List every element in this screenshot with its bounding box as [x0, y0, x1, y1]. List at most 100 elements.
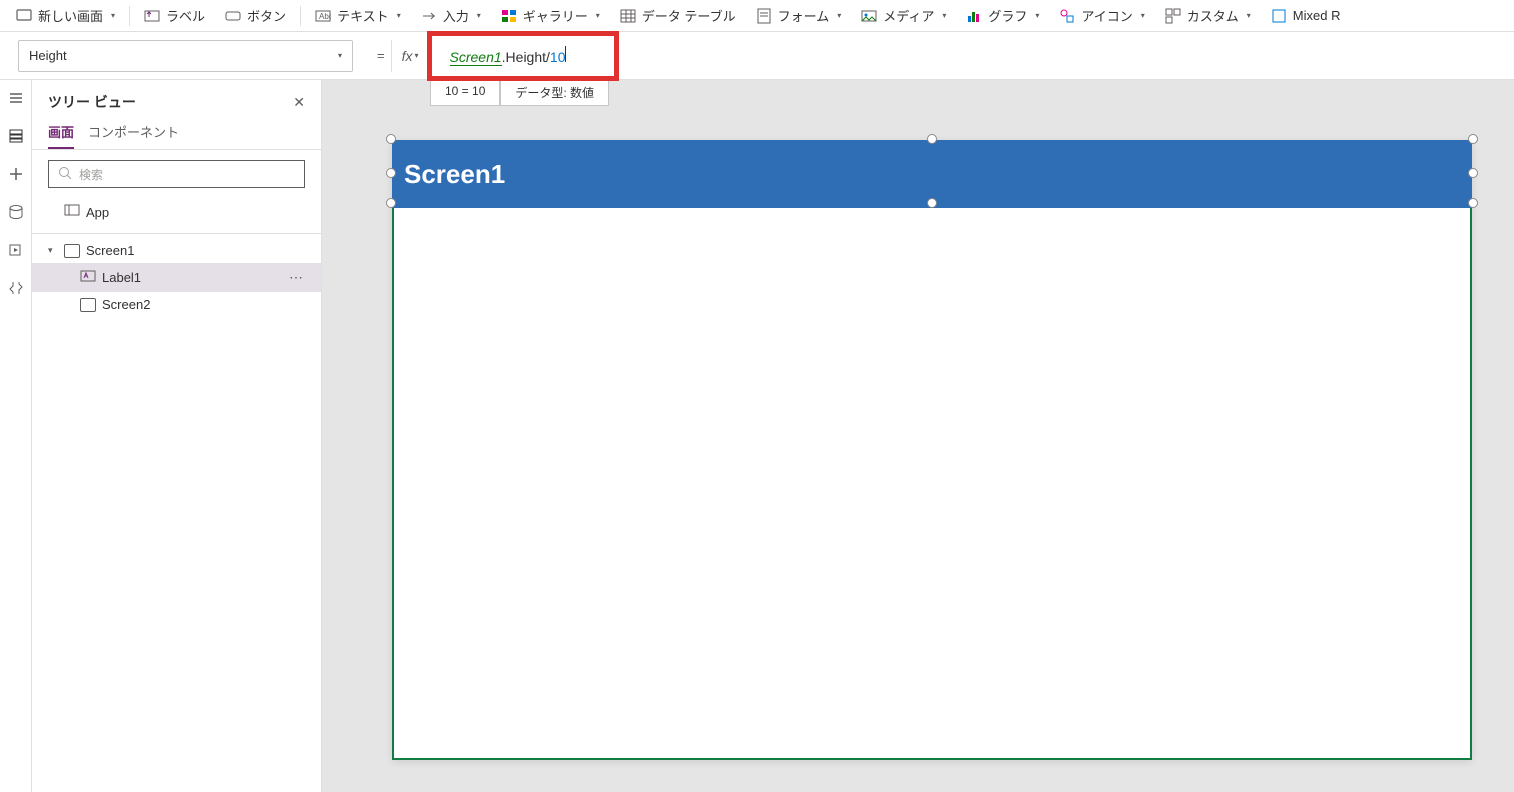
toolbar-separator: [129, 6, 130, 26]
tree-search-wrap: 検索: [32, 150, 321, 198]
tab-screens[interactable]: 画面: [48, 122, 74, 149]
resize-handle[interactable]: [1468, 198, 1478, 208]
custom-icon: [1165, 8, 1181, 24]
insert-mixed-label: Mixed R: [1293, 8, 1341, 23]
insert-datatable-button[interactable]: データ テーブル: [610, 2, 746, 29]
formula-number: 10: [550, 49, 566, 65]
resize-handle[interactable]: [386, 134, 396, 144]
chevron-down-icon: ▾: [837, 11, 841, 20]
new-screen-label: 新しい画面: [38, 6, 103, 25]
insert-form-label: フォーム: [778, 6, 830, 25]
new-screen-button[interactable]: 新しい画面 ▾: [6, 2, 125, 29]
close-icon[interactable]: ✕: [293, 94, 305, 111]
insert-custom-button[interactable]: カスタム ▾: [1155, 2, 1261, 29]
resize-handle[interactable]: [386, 198, 396, 208]
property-selector[interactable]: Height ▾: [18, 40, 353, 72]
form-icon: [756, 8, 772, 24]
insert-gallery-button[interactable]: ギャラリー ▾: [491, 2, 610, 29]
insert-media-button[interactable]: メディア ▾: [851, 2, 956, 29]
tab-components[interactable]: コンポーネント: [88, 122, 179, 149]
chevron-down-icon: ▾: [397, 11, 401, 20]
app-icon: [64, 203, 80, 222]
chevron-down-icon: ▾: [48, 245, 58, 256]
label1-control[interactable]: Screen1: [392, 140, 1472, 208]
label-icon: [144, 8, 160, 24]
rail-hamburger-icon[interactable]: [6, 88, 26, 108]
resize-handle[interactable]: [1468, 134, 1478, 144]
tree-tabs: 画面 コンポーネント: [32, 122, 321, 150]
toolbar-separator: [300, 6, 301, 26]
screen-icon: [80, 298, 96, 312]
label1-text: Screen1: [404, 159, 505, 190]
formula-input[interactable]: Screen1.Height/10: [430, 32, 1514, 80]
chart-icon: [966, 8, 982, 24]
chevron-down-icon: ▾: [1035, 11, 1039, 20]
insert-datatable-label: データ テーブル: [642, 6, 736, 25]
insert-text-button[interactable]: Abc テキスト ▾: [305, 2, 411, 29]
insert-label-button[interactable]: ラベル: [134, 2, 215, 29]
fx-label: fx: [402, 48, 413, 64]
formula-property: .Height/: [502, 49, 550, 65]
tree-node-screen1[interactable]: ▾ Screen1: [32, 238, 321, 263]
tree-node-label1[interactable]: Label1: [32, 263, 321, 292]
formula-type-hint: データ型: 数値: [500, 80, 609, 106]
insert-gallery-label: ギャラリー: [523, 6, 588, 25]
insert-icon-label: アイコン: [1081, 6, 1132, 25]
gallery-icon: [501, 8, 517, 24]
tree-node-app[interactable]: App: [32, 198, 321, 227]
formula-identifier: Screen1: [450, 49, 502, 66]
insert-chart-label: グラフ: [988, 6, 1027, 25]
formula-hint-row: 10 = 10 データ型: 数値: [430, 80, 609, 106]
screen-icon: [64, 244, 80, 258]
canvas-area[interactable]: Screen1: [322, 80, 1514, 792]
resize-handle[interactable]: [927, 198, 937, 208]
tree-node-label: Screen1: [86, 243, 134, 258]
insert-media-label: メディア: [883, 6, 934, 25]
rail-tools-icon[interactable]: [6, 278, 26, 298]
text-caret: [565, 46, 566, 62]
left-rail: [0, 80, 32, 792]
tree-view-panel: ツリー ビュー ✕ 画面 コンポーネント 検索 App ▾ S: [32, 80, 322, 792]
property-name: Height: [29, 48, 67, 63]
resize-handle[interactable]: [927, 134, 937, 144]
tree-view-header: ツリー ビュー ✕: [32, 90, 321, 122]
tree-node-label: Screen2: [102, 297, 150, 312]
tree-search-input[interactable]: 検索: [48, 160, 305, 188]
insert-text-label: テキスト: [337, 6, 389, 25]
tree-node-screen2[interactable]: Screen2: [32, 292, 321, 317]
insert-button-text: ボタン: [247, 6, 286, 25]
button-icon: [225, 8, 241, 24]
formula-bar: Height ▾ = fx ▾ Screen1.Height/10: [0, 32, 1514, 80]
main-area: ツリー ビュー ✕ 画面 コンポーネント 検索 App ▾ S: [0, 80, 1514, 792]
insert-input-button[interactable]: 入力 ▾: [411, 2, 491, 29]
fx-button[interactable]: fx ▾: [391, 40, 430, 72]
formula-text: Screen1.Height/10: [430, 46, 567, 66]
chevron-down-icon: ▾: [942, 11, 946, 20]
insert-chart-button[interactable]: グラフ ▾: [956, 2, 1049, 29]
resize-handle[interactable]: [386, 168, 396, 178]
insert-icon-button[interactable]: アイコン ▾: [1049, 2, 1154, 29]
mixed-icon: [1271, 8, 1287, 24]
label-icon: [80, 268, 96, 287]
chevron-down-icon: ▾: [414, 51, 418, 60]
search-icon: [57, 165, 73, 184]
formula-eval-hint: 10 = 10: [430, 80, 500, 106]
equals-label: =: [371, 48, 391, 63]
rail-treeview-icon[interactable]: [6, 126, 26, 146]
rail-media-icon[interactable]: [6, 240, 26, 260]
screen-frame[interactable]: Screen1: [392, 140, 1472, 760]
insert-button-button[interactable]: ボタン: [215, 2, 296, 29]
insert-mixed-button[interactable]: Mixed R: [1261, 4, 1351, 28]
rail-insert-icon[interactable]: [6, 164, 26, 184]
insert-form-button[interactable]: フォーム ▾: [746, 2, 852, 29]
screen-icon: [16, 8, 32, 24]
chevron-down-icon: ▾: [111, 11, 115, 20]
chevron-down-icon: ▾: [477, 11, 481, 20]
shapes-icon: [1059, 8, 1075, 24]
rail-data-icon[interactable]: [6, 202, 26, 222]
resize-handle[interactable]: [1468, 168, 1478, 178]
chevron-down-icon: ▾: [596, 11, 600, 20]
chevron-down-icon: ▾: [1247, 11, 1251, 20]
input-icon: [421, 8, 437, 24]
text-icon: Abc: [315, 8, 331, 24]
